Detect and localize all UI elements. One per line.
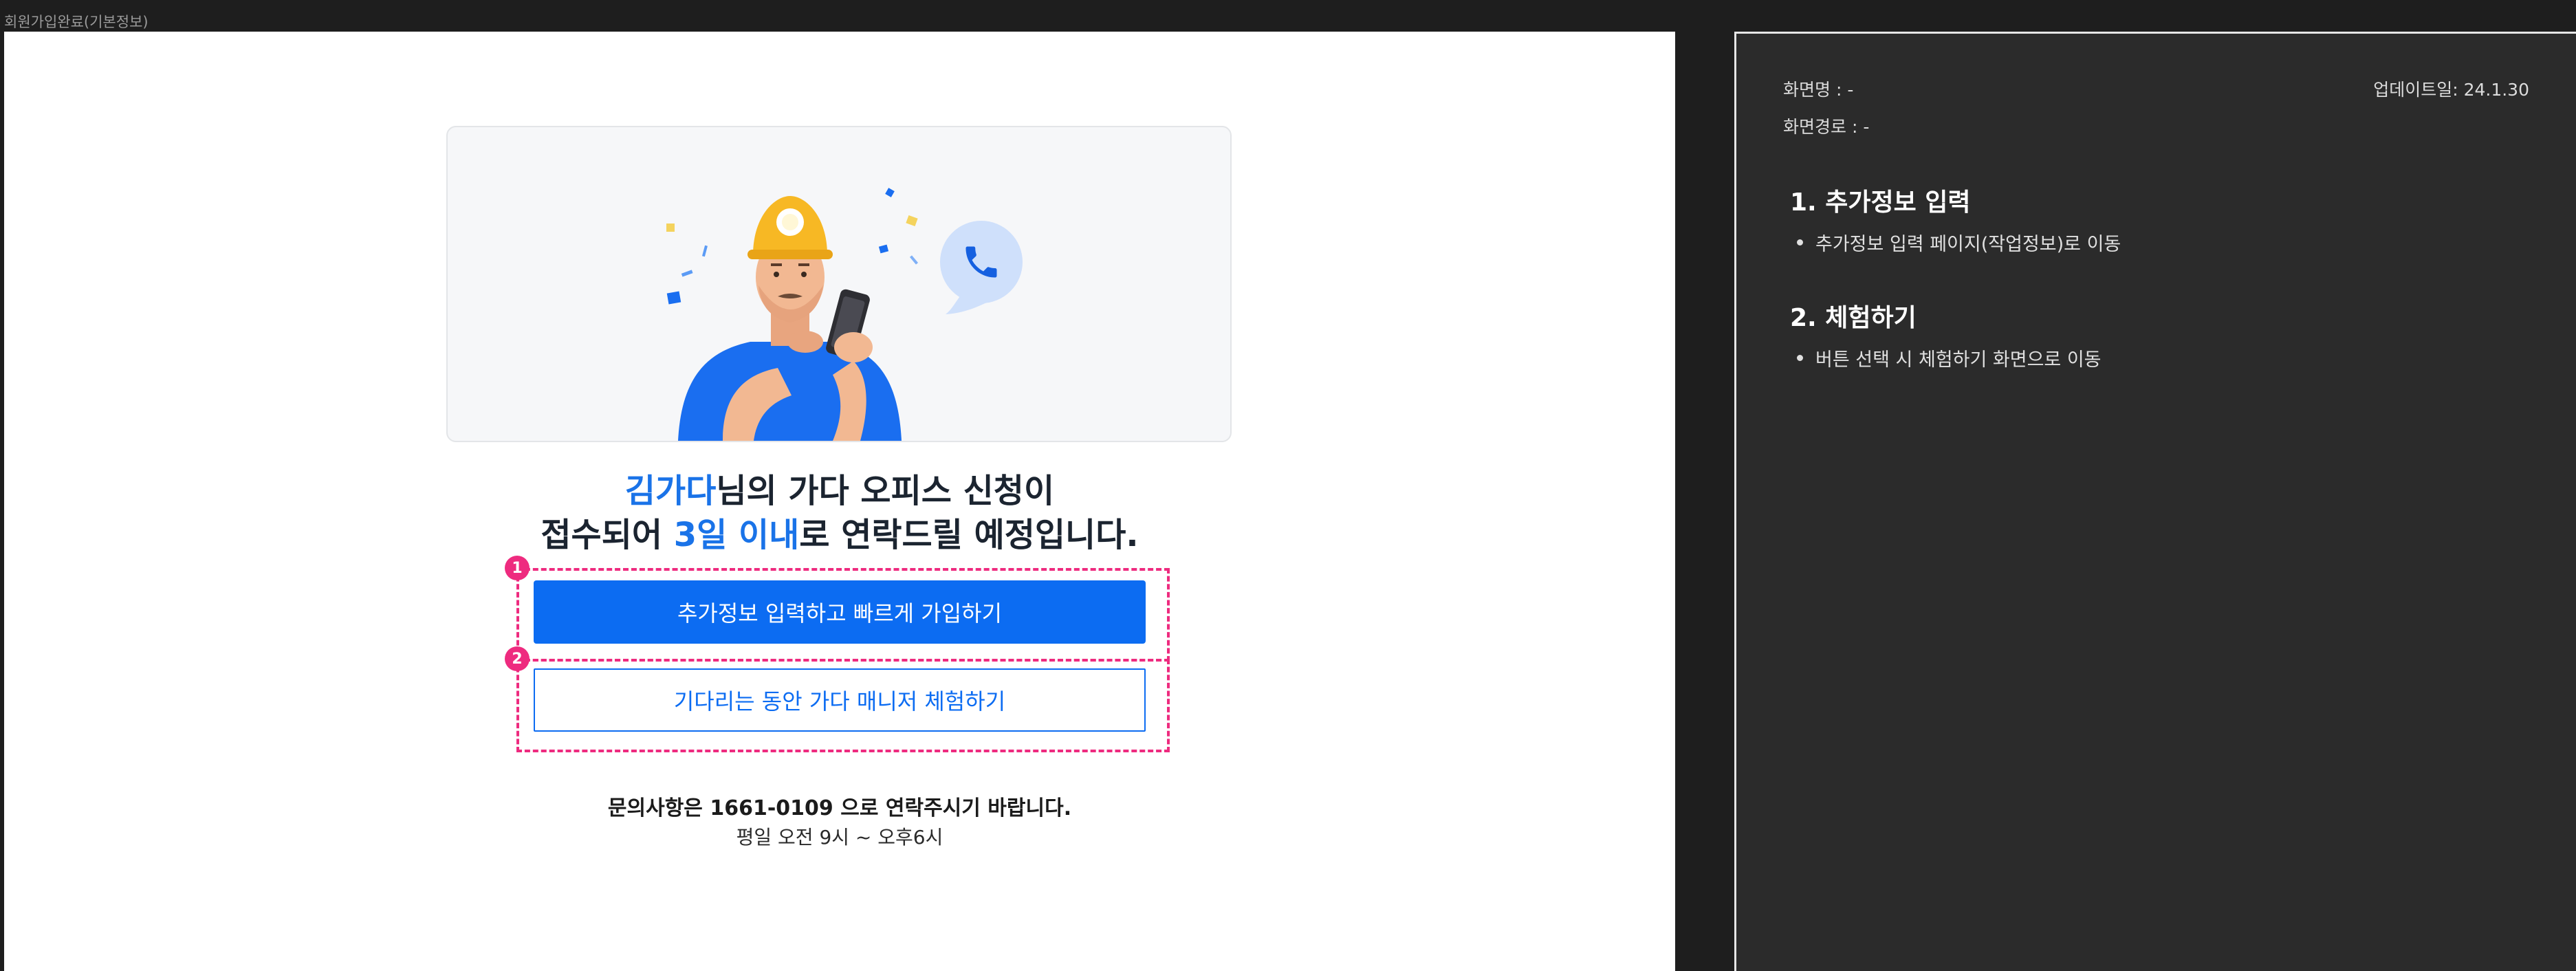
headline-line-2: 접수되어 3일 이내로 연락드릴 예정입니다. xyxy=(348,513,1331,557)
headline-line-2-text: 로 연락드릴 예정입니다. xyxy=(799,516,1139,554)
section-bullet-trial-text: 버튼 선택 시 체험하기 화면으로 이동 xyxy=(1815,349,2102,371)
bullet-dot-icon xyxy=(1797,355,1803,361)
contact-period: 3일 이내 xyxy=(673,516,800,554)
illustration-card xyxy=(446,126,1232,442)
try-manager-button[interactable]: 기다리는 동안 가다 매니저 체험하기 xyxy=(534,668,1146,732)
spec-notes-panel: 화면명 : - 업데이트일: 24.1.30 화면경로 : - 1. 추가정보 … xyxy=(1734,32,2576,971)
section-title-add-info: 1. 추가정보 입력 xyxy=(1790,188,1971,217)
screen-canvas: 김가다님의 가다 오피스 신청이 접수되어 3일 이내로 연락드릴 예정입니다.… xyxy=(4,32,1675,971)
completion-message: 김가다님의 가다 오피스 신청이 접수되어 3일 이내로 연락드릴 예정입니다. xyxy=(348,469,1331,557)
section-bullet-add-info-text: 추가정보 입력 페이지(작업정보)로 이동 xyxy=(1815,234,2121,255)
screen-name: 화면명 : - xyxy=(1783,80,1854,100)
annotation-badge-1: 1 xyxy=(505,556,530,580)
screen-path: 화면경로 : - xyxy=(1783,117,1870,137)
contact-info: 문의사항은 1661-0109 으로 연락주시기 바랍니다. xyxy=(607,796,1072,820)
section-bullet-add-info: 추가정보 입력 페이지(작업정보)로 이동 xyxy=(1797,229,2121,256)
applicant-name: 김가다 xyxy=(624,472,717,510)
updated-date: 업데이트일: 24.1.30 xyxy=(2373,80,2529,100)
business-hours: 평일 오전 9시 ~ 오후6시 xyxy=(736,826,943,849)
bullet-dot-icon xyxy=(1797,239,1803,246)
headline-line-1: 김가다님의 가다 오피스 신청이 xyxy=(348,469,1331,513)
section-title-trial: 2. 체험하기 xyxy=(1790,304,1917,332)
worker-illustration xyxy=(666,188,1023,441)
annotation-badge-2: 2 xyxy=(505,646,530,671)
headline-line-2-prefix: 접수되어 xyxy=(541,516,674,554)
frame-label: 회원가입완료(기본정보) xyxy=(4,14,149,30)
add-info-signup-button[interactable]: 추가정보 입력하고 빠르게 가입하기 xyxy=(534,580,1146,644)
headline-line-1-text: 님의 가다 오피스 신청이 xyxy=(716,472,1055,510)
section-bullet-trial: 버튼 선택 시 체험하기 화면으로 이동 xyxy=(1797,345,2102,371)
phone-icon xyxy=(965,246,997,278)
